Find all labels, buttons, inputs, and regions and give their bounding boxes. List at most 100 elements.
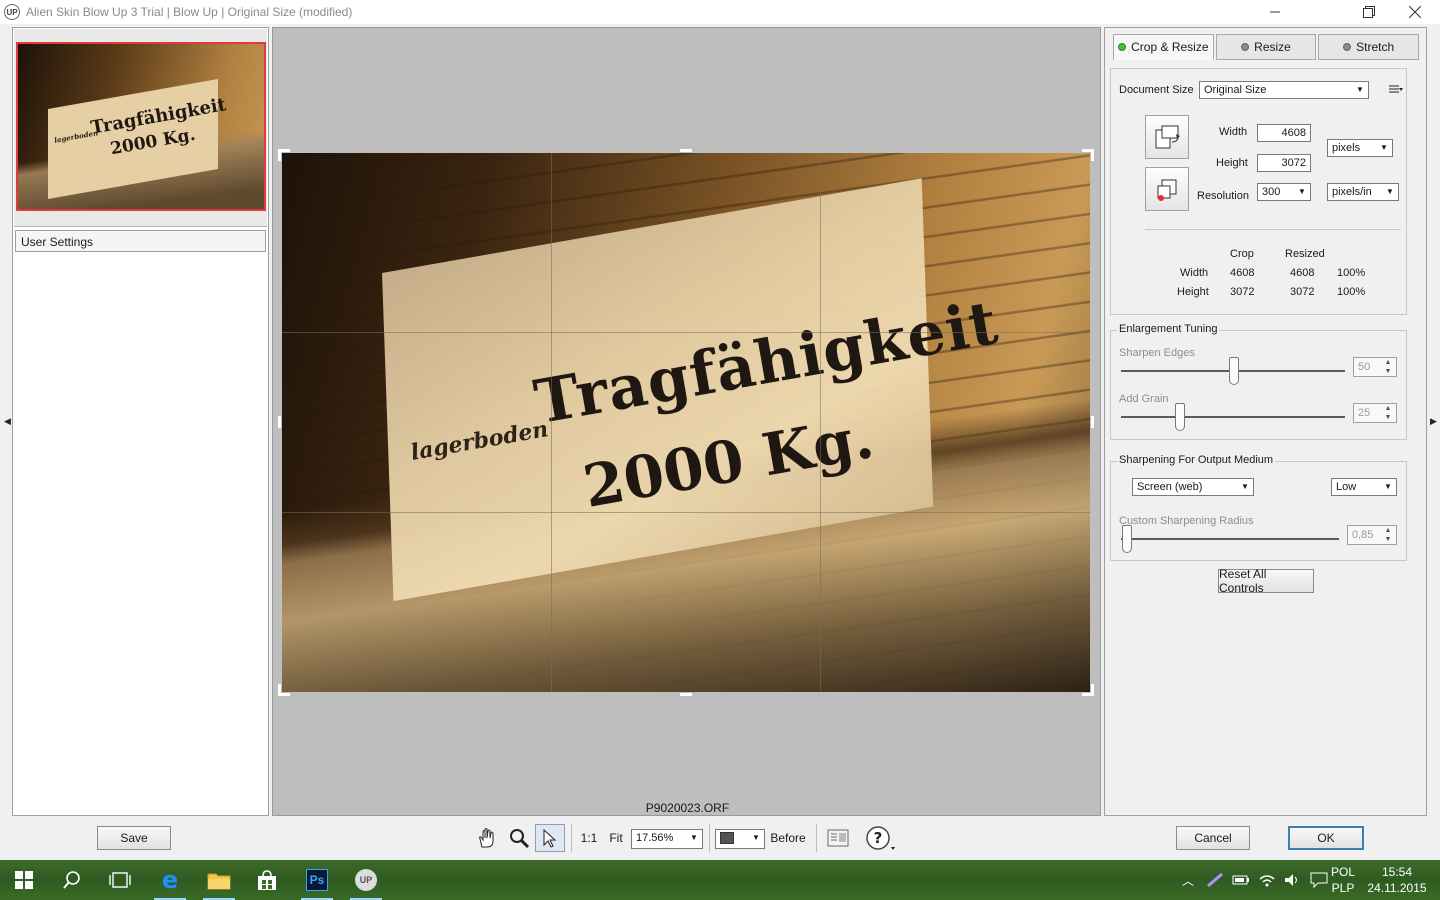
magnifier-icon: [510, 829, 530, 849]
width-input[interactable]: 4608: [1257, 124, 1311, 142]
height-input[interactable]: 3072: [1257, 154, 1311, 172]
document-size-select[interactable]: Original Size ▼: [1199, 81, 1369, 99]
sharpening-output-title: Sharpening For Output Medium: [1117, 454, 1276, 466]
minimize-button[interactable]: [1252, 0, 1298, 24]
crop-grid-line: [282, 332, 1090, 333]
language-code: POL: [1330, 865, 1355, 879]
image-canvas[interactable]: lagerboden Tragfähigkeit 2000 Kg. P90200…: [272, 27, 1101, 816]
window-title: Alien Skin Blow Up 3 Trial | Blow Up | O…: [26, 5, 353, 19]
crop-reset-icon: [1157, 179, 1177, 201]
resolution-unit-value: pixels/in: [1332, 186, 1372, 198]
tab-stretch[interactable]: Stretch: [1318, 34, 1420, 60]
keyboard-layout: PLP: [1331, 881, 1355, 895]
info-panel-button[interactable]: [824, 824, 852, 852]
sharpen-edges-slider-thumb[interactable]: [1229, 357, 1239, 385]
close-button[interactable]: [1392, 0, 1438, 24]
show-hidden-icons-chevron-icon[interactable]: ︿: [1182, 872, 1194, 889]
before-toggle[interactable]: Before: [770, 824, 806, 852]
zoom-select[interactable]: 17.56% ▼: [631, 829, 703, 849]
taskbar-blow-up[interactable]: UP: [342, 860, 390, 900]
crop-handle-bottom-right[interactable]: [1082, 684, 1094, 696]
crop-handle-right[interactable]: [1091, 416, 1094, 428]
add-grain-track[interactable]: [1121, 416, 1345, 418]
cancel-button[interactable]: Cancel: [1176, 826, 1250, 850]
preview-mode-select[interactable]: ▼: [715, 829, 765, 849]
add-grain-slider-thumb[interactable]: [1175, 403, 1185, 431]
collapse-right-arrow-icon[interactable]: ▶: [1430, 416, 1437, 427]
add-grain-spinner[interactable]: 25 ▲ ▼: [1353, 403, 1397, 423]
output-medium-select[interactable]: Screen (web) ▼: [1132, 478, 1254, 496]
crop-handle-bottom[interactable]: [680, 693, 692, 696]
save-button[interactable]: Save: [97, 826, 171, 850]
preview-thumbnail[interactable]: lagerboden Tragfähigkeit 2000 Kg.: [16, 42, 266, 211]
task-view-button[interactable]: [96, 860, 144, 900]
task-view-icon: [109, 872, 131, 888]
photo[interactable]: lagerboden Tragfähigkeit 2000 Kg.: [282, 153, 1090, 692]
rotate-orientation-icon: [1155, 125, 1180, 149]
zoom-1-1-button[interactable]: 1:1: [578, 824, 600, 852]
ok-button[interactable]: OK: [1288, 826, 1364, 850]
search-icon: [63, 871, 80, 889]
rotate-crop-button[interactable]: [1145, 115, 1189, 159]
tab-crop-resize[interactable]: Crop & Resize: [1113, 34, 1214, 60]
toolbar-separator: [571, 824, 572, 852]
sharpening-level-select[interactable]: Low ▼: [1331, 478, 1397, 496]
split-view-icon: [720, 832, 734, 844]
spinner-arrows-icon[interactable]: ▲ ▼: [1380, 358, 1396, 376]
sharpen-edges-label: Sharpen Edges: [1119, 347, 1195, 359]
height-label: Height: [1216, 157, 1248, 169]
enlargement-tuning-group: Enlargement Tuning Sharpen Edges 50 ▲ ▼ A…: [1110, 323, 1407, 440]
sharpening-output-group: Sharpening For Output Medium Screen (web…: [1110, 454, 1407, 561]
collapse-left-arrow-icon[interactable]: ◀: [4, 416, 11, 427]
zoom-tool-button[interactable]: [505, 824, 533, 852]
select-tool-button[interactable]: [535, 824, 565, 852]
custom-radius-spinner[interactable]: 0,85 ▲ ▼: [1347, 525, 1397, 545]
taskbar-edge[interactable]: e: [146, 860, 194, 900]
search-button[interactable]: [48, 860, 96, 900]
tab-resize[interactable]: Resize: [1215, 34, 1317, 60]
hand-tool-button[interactable]: [472, 824, 500, 852]
minimize-icon: [1270, 11, 1280, 13]
custom-radius-track[interactable]: [1121, 538, 1339, 540]
status-dot-icon: [1118, 43, 1127, 51]
tab-label: Crop & Resize: [1131, 40, 1209, 54]
start-button[interactable]: [0, 860, 48, 900]
restore-button[interactable]: [1346, 0, 1392, 24]
arrow-cursor-icon: [543, 828, 557, 848]
taskbar-photoshop[interactable]: Ps: [293, 860, 341, 900]
crop-handle-bottom-left[interactable]: [278, 684, 290, 696]
taskbar-file-explorer[interactable]: [195, 860, 243, 900]
crop-handle-top-right[interactable]: [1082, 149, 1094, 161]
store-icon: [258, 870, 276, 890]
clock-time: 15:54: [1381, 865, 1413, 879]
chevron-down-icon: ▼: [1241, 482, 1249, 491]
reset-all-controls-button[interactable]: Reset All Controls: [1218, 567, 1314, 595]
resolution-unit-select[interactable]: pixels/in ▼: [1327, 183, 1399, 201]
resolution-label: Resolution: [1197, 190, 1249, 202]
taskbar-store[interactable]: [243, 860, 291, 900]
spinner-arrows-icon[interactable]: ▲ ▼: [1380, 404, 1396, 422]
clock[interactable]: 15:54 24.11.2015: [1366, 864, 1428, 896]
summary-width-resized: 4608: [1290, 267, 1315, 279]
sharpen-edges-spinner[interactable]: 50 ▲ ▼: [1353, 357, 1397, 377]
volume-icon: [1285, 874, 1298, 886]
crop-handle-left[interactable]: [278, 416, 281, 428]
windows-taskbar: e Ps UP ︿ POL PLP 15:54 24.11.2015: [0, 860, 1440, 900]
help-button[interactable]: ?: [862, 824, 898, 852]
document-size-value: Original Size: [1204, 84, 1267, 96]
resolution-value: 300: [1262, 186, 1281, 198]
user-settings-item[interactable]: User Settings: [15, 230, 266, 252]
spinner-arrows-icon[interactable]: ▲ ▼: [1380, 526, 1396, 544]
resolution-select[interactable]: 300 ▼: [1257, 183, 1311, 201]
size-unit-select[interactable]: pixels ▼: [1327, 139, 1393, 157]
system-tray: ︿: [1182, 860, 1336, 900]
custom-radius-slider-thumb[interactable]: [1122, 525, 1132, 553]
reset-crop-button[interactable]: [1145, 167, 1189, 211]
language-indicator[interactable]: POL PLP: [1330, 864, 1356, 896]
zoom-fit-button[interactable]: Fit: [605, 824, 627, 852]
pen-icon: [1207, 872, 1223, 888]
crop-handle-top[interactable]: [680, 149, 692, 152]
sharpening-level-value: Low: [1336, 481, 1357, 493]
preset-menu-icon[interactable]: [1389, 83, 1403, 98]
crop-handle-top-left[interactable]: [278, 149, 290, 161]
